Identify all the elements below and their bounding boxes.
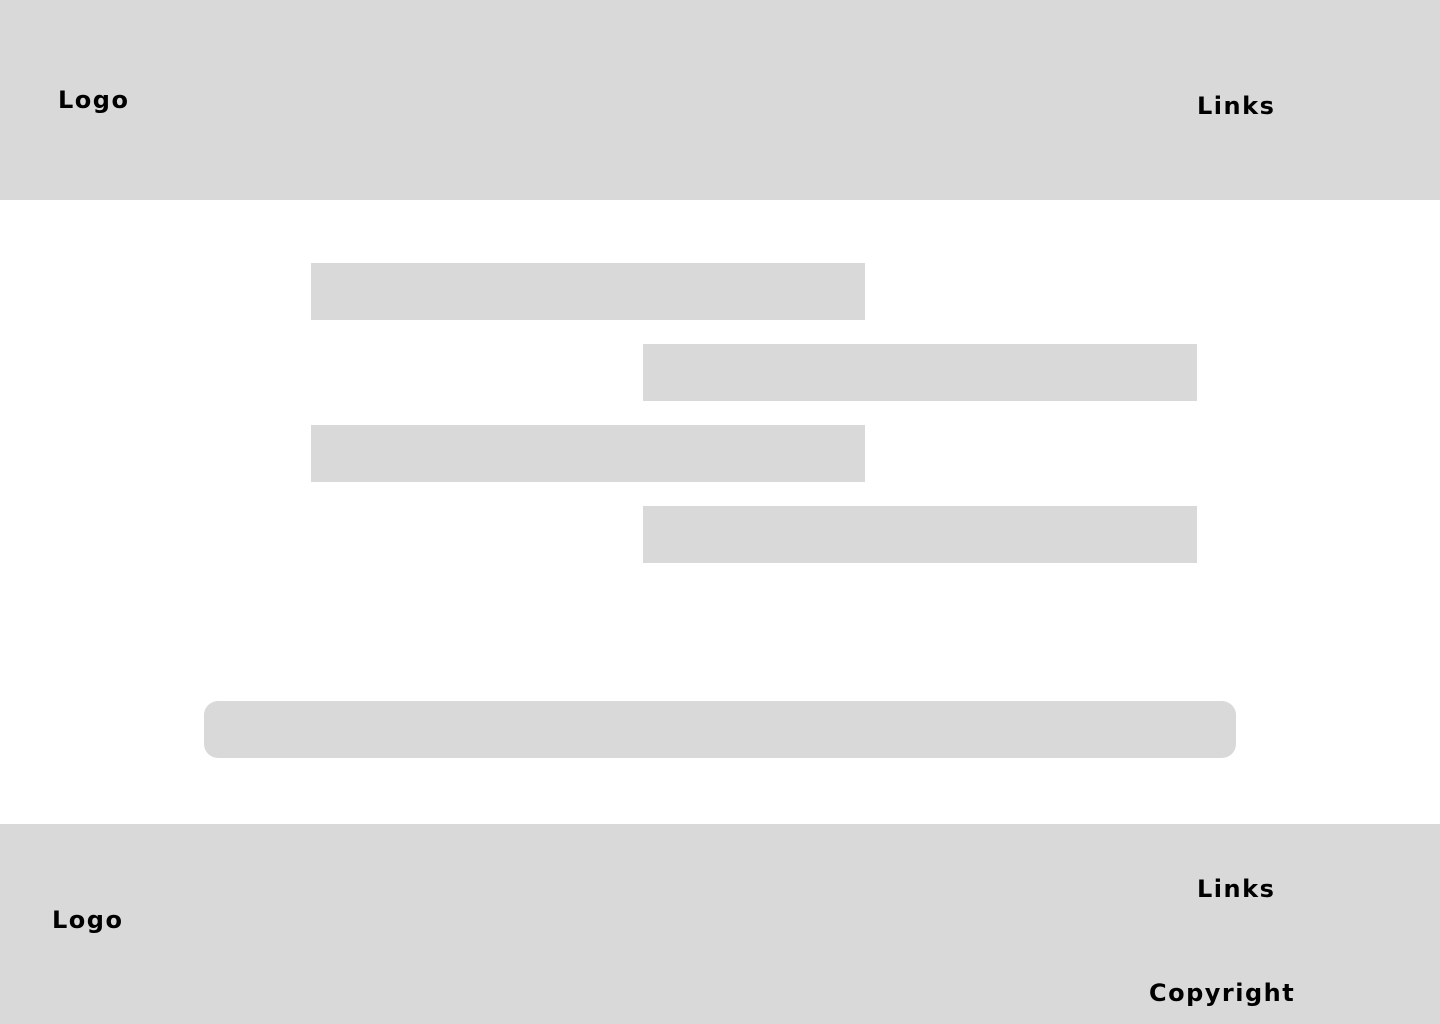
chat-message-left (311, 263, 865, 320)
footer-copyright: Copyright (1149, 979, 1296, 1007)
footer-logo[interactable]: Logo (52, 908, 123, 932)
header-links[interactable]: Links (1197, 94, 1275, 118)
message-input[interactable] (204, 701, 1236, 758)
site-header: Logo Links (0, 0, 1440, 200)
site-footer: Links Logo Copyright (0, 824, 1440, 1024)
chat-message-right (643, 506, 1197, 563)
footer-links[interactable]: Links (1197, 877, 1275, 901)
chat-message-left (311, 425, 865, 482)
header-logo[interactable]: Logo (58, 88, 129, 112)
chat-message-right (643, 344, 1197, 401)
